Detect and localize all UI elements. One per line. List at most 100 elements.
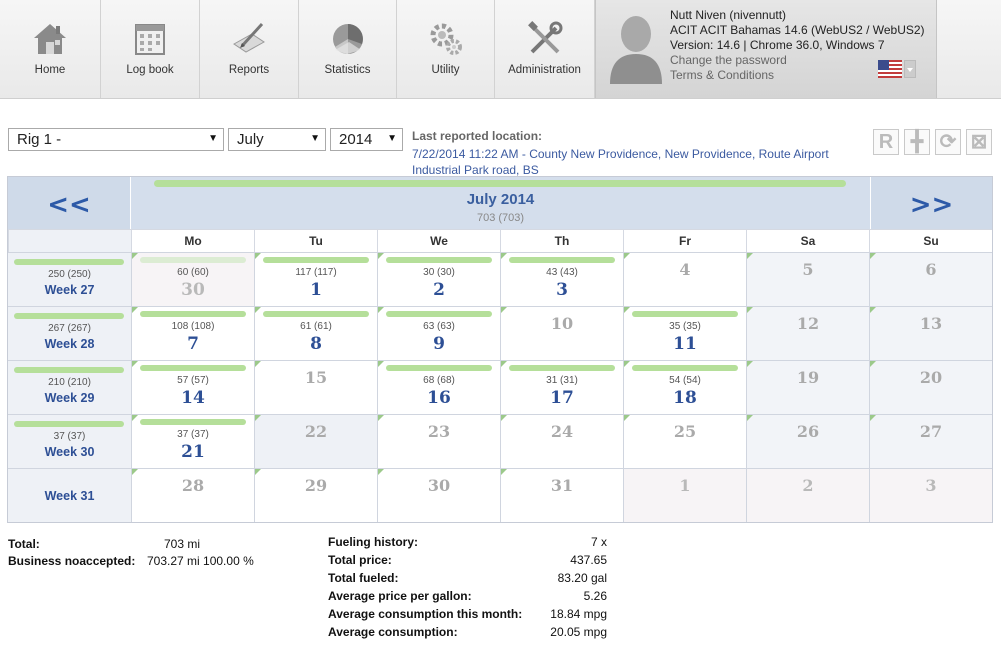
calendar-day-cell[interactable]: 35 (35) 11 — [623, 306, 746, 360]
calendar-day-cell[interactable]: 117 (117) 1 — [254, 252, 377, 306]
crosshair-tool-button[interactable]: ╋ — [904, 129, 930, 155]
refresh-tool-button[interactable]: ⟳ — [935, 129, 961, 155]
calendar-day-cell[interactable]: 37 (37) 21 — [131, 414, 254, 468]
calendar-day-cell[interactable]: 57 (57) 14 — [131, 360, 254, 414]
day-miles: 68 (68) — [423, 375, 455, 386]
summary-value: 7 x — [590, 535, 607, 549]
week-label: Week 28 — [44, 337, 95, 351]
day-number: 20 — [919, 368, 943, 387]
week-cell[interactable]: 250 (250) Week 27 — [8, 252, 131, 306]
calendar-day-cell[interactable]: 5 — [746, 252, 869, 306]
day-header: We — [377, 229, 500, 252]
terms-link[interactable]: Terms & Conditions — [670, 68, 774, 82]
summary-value: 83.20 gal — [557, 571, 607, 585]
calendar-day-cell[interactable]: 63 (63) 9 — [377, 306, 500, 360]
nav-label: Administration — [508, 64, 581, 76]
day-marker — [501, 307, 507, 313]
change-password-link[interactable]: Change the password — [670, 53, 787, 67]
calendar-day-cell[interactable]: 61 (61) 8 — [254, 306, 377, 360]
day-number: 30 — [181, 280, 205, 300]
calendar-day-cell[interactable]: 13 — [869, 306, 992, 360]
calendar-day-cell[interactable]: 6 — [869, 252, 992, 306]
week-miles: 37 (37) — [53, 431, 86, 442]
day-marker — [255, 307, 261, 313]
calendar-day-cell[interactable]: 31 (31) 17 — [500, 360, 623, 414]
nav-logbook-button[interactable]: Log book — [101, 0, 200, 98]
nav-label: Log book — [126, 64, 174, 76]
calendar-day-cell[interactable]: 22 — [254, 414, 377, 468]
day-number: 13 — [919, 314, 943, 333]
nav-utility-button[interactable]: Utility — [397, 0, 495, 98]
summary-label: Average price per gallon: — [328, 589, 472, 603]
day-marker — [870, 307, 876, 313]
nav-reports-button[interactable]: Reports — [200, 0, 299, 98]
calendar-day-cell[interactable]: 26 — [746, 414, 869, 468]
calendar-day-cell[interactable]: 23 — [377, 414, 500, 468]
day-marker — [747, 415, 753, 421]
report-tool-button[interactable]: R — [873, 129, 899, 155]
us-flag-icon[interactable] — [878, 60, 902, 78]
nav-administration-button[interactable]: Administration — [495, 0, 595, 98]
day-progress-bar — [386, 365, 492, 371]
calendar-day-cell[interactable]: 27 — [869, 414, 992, 468]
calendar-day-cell[interactable]: 30 — [377, 468, 500, 522]
day-marker — [624, 361, 630, 367]
calendar-day-cell[interactable]: 43 (43) 3 — [500, 252, 623, 306]
calendar-header: July 2014 703 (703) — [131, 177, 870, 229]
calendar-day-cell[interactable]: 12 — [746, 306, 869, 360]
day-marker — [870, 415, 876, 421]
week-cell[interactable]: 267 (267) Week 28 — [8, 306, 131, 360]
day-progress-bar — [386, 311, 492, 317]
day-number: 1 — [310, 280, 322, 300]
day-marker — [132, 415, 138, 421]
statistics-icon — [332, 24, 363, 55]
calendar-day-cell[interactable]: 54 (54) 18 — [623, 360, 746, 414]
calendar-day-cell[interactable]: 15 — [254, 360, 377, 414]
week-cell[interactable]: Week 31 — [8, 468, 131, 522]
rig-select[interactable]: Rig 1 - — [8, 128, 224, 151]
calendar-day-cell[interactable]: 3 — [869, 468, 992, 522]
language-dropdown-arrow[interactable] — [904, 60, 916, 78]
last-location-title: Last reported location: — [412, 129, 543, 143]
day-marker — [501, 361, 507, 367]
calendar-day-cell[interactable]: 20 — [869, 360, 992, 414]
day-number: 4 — [679, 260, 691, 279]
calendar-day-cell[interactable]: 28 — [131, 468, 254, 522]
nav-home-button[interactable]: Home — [0, 0, 101, 98]
nav-statistics-button[interactable]: Statistics — [299, 0, 397, 98]
month-title: July 2014 — [466, 191, 535, 208]
day-miles: 35 (35) — [669, 321, 701, 332]
day-number: 12 — [796, 314, 820, 333]
mail-tool-button[interactable]: ⊠ — [966, 129, 992, 155]
calendar-day-cell[interactable]: 108 (108) 7 — [131, 306, 254, 360]
day-miles: 61 (61) — [300, 321, 332, 332]
calendar-day-cell[interactable]: 2 — [746, 468, 869, 522]
day-number: 6 — [925, 260, 937, 279]
calendar-day-cell[interactable]: 68 (68) 16 — [377, 360, 500, 414]
calendar-day-cell[interactable]: 10 — [500, 306, 623, 360]
previous-month-button[interactable]: << — [8, 177, 131, 229]
day-number: 15 — [304, 368, 328, 387]
month-select[interactable]: July — [228, 128, 326, 151]
calendar-day-cell[interactable]: 4 — [623, 252, 746, 306]
year-select[interactable]: 2014 — [330, 128, 403, 151]
day-number: 14 — [181, 388, 205, 408]
day-marker — [747, 253, 753, 259]
calendar-day-cell[interactable]: 31 — [500, 468, 623, 522]
calendar: << July 2014 703 (703) >> Mo Tu We Th Fr… — [7, 176, 993, 523]
last-location-link[interactable]: 7/22/2014 11:22 AM - County New Providen… — [412, 146, 852, 178]
calendar-day-cell[interactable]: 24 — [500, 414, 623, 468]
week-cell[interactable]: 210 (210) Week 29 — [8, 360, 131, 414]
week-label: Week 29 — [44, 391, 95, 405]
calendar-day-cell[interactable]: 30 (30) 2 — [377, 252, 500, 306]
calendar-day-cell[interactable]: 25 — [623, 414, 746, 468]
calendar-day-cell[interactable]: 29 — [254, 468, 377, 522]
day-number: 10 — [550, 314, 574, 333]
calendar-day-cell[interactable]: 60 (60) 30 — [131, 252, 254, 306]
summary-value: 5.26 — [583, 589, 607, 603]
calendar-day-cell[interactable]: 1 — [623, 468, 746, 522]
day-marker — [624, 415, 630, 421]
calendar-day-cell[interactable]: 19 — [746, 360, 869, 414]
week-cell[interactable]: 37 (37) Week 30 — [8, 414, 131, 468]
next-month-button[interactable]: >> — [870, 177, 992, 229]
